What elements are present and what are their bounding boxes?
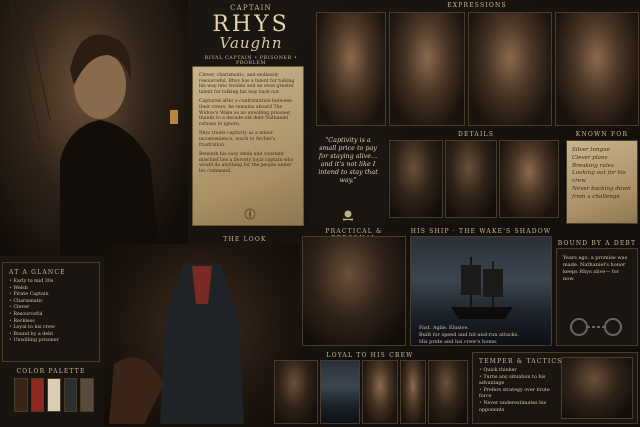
bio-parchment: Clever, charismatic, and endlessly resou… — [192, 66, 304, 226]
expression-portrait — [555, 12, 639, 126]
known-for-parchment: Silver tongue Clever plans Breaking rule… — [566, 140, 638, 224]
loyal-header: LOYAL TO HIS CREW — [326, 352, 414, 359]
known-for-header: KNOWN FOR — [575, 131, 629, 138]
crew-image — [428, 360, 468, 424]
title-top: CAPTAIN — [230, 4, 272, 12]
temper-panel: TEMPER & TACTICS Quick thinker Turns any… — [472, 352, 638, 424]
glance-item: Pirate Captain — [9, 292, 93, 299]
coat-figure — [109, 264, 244, 424]
details-header: DETAILS — [457, 131, 495, 138]
outfit-image — [104, 244, 300, 426]
ship-line: Fast. Agile. Elusive. — [419, 325, 470, 331]
palette-swatch — [63, 378, 78, 412]
debt-text: Years ago, a promise was made. Nathaniel… — [563, 255, 628, 282]
debt-panel: Years ago, a promise was made. Nathaniel… — [556, 248, 638, 346]
glance-item: Loyal to his crew — [9, 325, 93, 332]
known-for-item: Silver tongue — [572, 147, 611, 153]
ship-line: Built for speed and hit-and-run attacks. — [419, 332, 519, 338]
color-palette — [14, 378, 94, 412]
bio-paragraph: Clever, charismatic, and endlessly resou… — [199, 73, 295, 95]
known-for-item: Clever plans — [572, 154, 608, 161]
glance-list: Early to mid 30s Welsh Pirate Captain Ch… — [9, 279, 93, 345]
ship-image: Fast. Agile. Elusive. Built for speed an… — [410, 236, 552, 346]
glance-item: Resourceful — [9, 312, 93, 319]
bio-paragraph: Captured after a confrontation between t… — [199, 99, 293, 127]
temper-item: Turns any situation to his advantage — [479, 375, 563, 388]
expression-portrait — [316, 12, 386, 126]
known-for-item: Looking out for his crew — [572, 170, 626, 185]
crew-image — [362, 360, 398, 424]
the-look-header: THE LOOK — [223, 236, 267, 243]
temper-item: Never underestimates his opponents — [479, 401, 563, 414]
known-for-item: Breaking rules — [572, 162, 614, 169]
shackles-icon — [570, 318, 622, 336]
palette-header: COLOR PALETTE — [16, 368, 86, 375]
temper-list: Quick thinker Turns any situation to his… — [479, 368, 563, 414]
bio-paragraph: Beneath his easy smile and constant misc… — [199, 152, 294, 174]
temper-item: Quick thinker — [479, 368, 563, 375]
debt-header: BOUND BY A DEBT — [557, 240, 637, 247]
detail-compass-image — [389, 140, 443, 218]
glance-item: Clever — [9, 305, 93, 312]
palette-swatch — [80, 378, 94, 412]
temper-item: Prefers strategy over brute force — [479, 388, 563, 401]
compass-icon — [244, 208, 256, 220]
crew-image — [274, 360, 318, 424]
expression-portrait — [468, 12, 552, 126]
quote-panel: "Captivity is a small price to pay for s… — [310, 130, 386, 225]
skull-icon — [342, 210, 354, 221]
ship-header: HIS SHIP · THE WAKE'S SHADOW — [410, 228, 552, 235]
crew-image — [320, 360, 360, 424]
expressions-header: EXPRESSIONS — [447, 2, 507, 9]
expression-portrait — [389, 12, 465, 126]
title-surname: Vaughn — [219, 34, 283, 52]
quote-text: "Captivity is a small price to pay for s… — [318, 136, 378, 184]
character-board: CAPTAIN RHYS Vaughn RIVAL CAPTAIN • PRIS… — [0, 0, 640, 427]
glance-item: Early to mid 30s — [9, 279, 93, 286]
portrait-figure — [9, 0, 178, 256]
detail-belt-image — [445, 140, 497, 218]
known-for-item: Never backing down from a challenge — [572, 185, 631, 200]
at-a-glance-panel: AT A GLANCE Early to mid 30s Welsh Pirat… — [2, 262, 100, 362]
glance-item: Unwilling prisoner — [9, 338, 93, 345]
palette-swatch — [14, 378, 28, 412]
candle-chart-image — [561, 357, 633, 419]
palette-swatch — [47, 378, 61, 412]
ship-line: His pride and his crew's home. — [419, 339, 498, 345]
main-portrait — [0, 0, 188, 256]
bio-paragraph: Rhys treats captivity as a minor inconve… — [199, 131, 276, 148]
palette-swatch — [30, 378, 45, 412]
glance-header: AT A GLANCE — [9, 269, 66, 276]
title-tagline: RIVAL CAPTAIN • PRISONER • PROBLEM — [204, 56, 298, 66]
practical-items-image — [302, 236, 406, 346]
crew-image — [400, 360, 426, 424]
detail-hand-image — [499, 140, 559, 218]
